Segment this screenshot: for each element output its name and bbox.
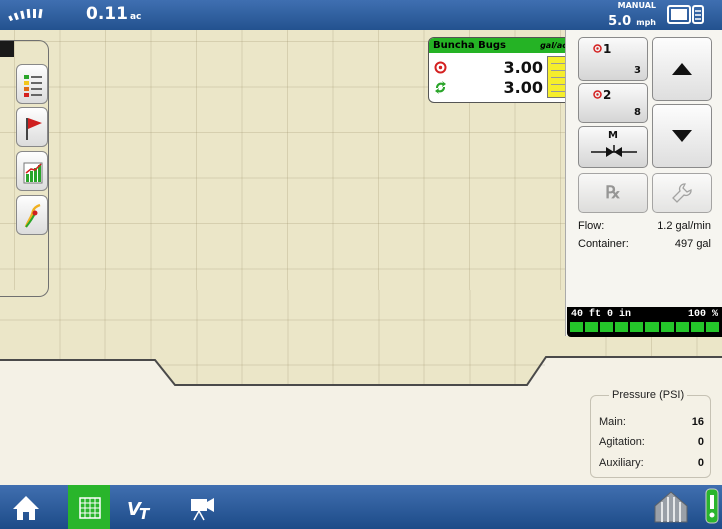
product-card[interactable]: Buncha Bugs gal/ac 3.00 3.00 [428,37,572,103]
pressure-value: 16 [691,416,704,428]
pressure-label: Auxiliary: [599,457,644,469]
boom-sections [570,322,719,332]
pressure-row-main: Main: 16 [599,416,704,428]
product-unit: gal/ac [540,41,567,50]
vt-button[interactable]: V T [118,485,160,529]
pressure-title: Pressure (PSI) [609,389,688,401]
wrench-icon [672,183,692,203]
home-icon [13,496,39,520]
prescription-label: ℞ [605,183,621,203]
boom-section [600,322,614,332]
alarm-indicator-icon[interactable] [704,487,720,525]
bottom-nav: V T [0,485,722,529]
flag-button[interactable] [16,107,48,147]
area-value: 0.11 [86,4,128,24]
arrow-up-icon [672,63,692,75]
boom-section [615,322,629,332]
rate-2-label: 2 [603,88,612,102]
pressure-row-auxiliary: Auxiliary: 0 [599,457,704,469]
pressure-value: 0 [697,436,704,448]
svg-text:T: T [139,505,151,523]
boom-section [675,322,689,332]
boom-coverage: 100 % [687,309,718,320]
layers-icon [24,75,42,97]
flow-label: Flow: [578,220,605,232]
guidance-button[interactable] [16,195,48,235]
actual-rate: 3.00 [503,78,543,97]
boom-section [570,322,584,332]
chart-button[interactable] [16,151,48,191]
boom-section [660,322,674,332]
actual-rate-row: 3.00 [429,78,547,98]
map-tools-tab[interactable] [0,41,14,57]
map-button[interactable] [68,485,110,529]
target-icon [593,44,602,53]
actual-rate-icon [435,81,446,94]
pressure-row-agitation: Agitation: 0 [599,436,704,448]
camera-icon [191,498,214,521]
layers-button[interactable] [16,64,48,104]
speed-value: 5.0 [608,14,632,29]
map-grid-icon [79,497,101,519]
target-rate: 3.00 [503,58,543,77]
area-unit: ac [129,12,142,22]
settings-button[interactable] [652,173,712,213]
product-header: Buncha Bugs gal/ac [429,38,571,53]
display-layout-icon[interactable] [667,4,705,26]
camera-button[interactable] [180,485,222,529]
container-value: 497 gal [674,238,711,250]
container-label: Container: [578,238,629,250]
pressure-panel: Pressure (PSI) Main: 16 Agitation: 0 Aux… [590,389,711,478]
status-bar: 0.11 ac MANUAL 5.0 mph [0,0,722,30]
gps-signal-icon[interactable] [7,5,55,23]
rate-1-count: 3 [634,65,641,76]
rate-increase-button[interactable] [652,37,712,101]
map-tools-panel [0,40,49,297]
manual-valve-button[interactable]: M [578,126,648,168]
speed-mode: MANUAL [617,1,656,10]
area-readout: 0.11 ac [86,4,141,24]
boom-section [705,322,719,332]
boom-section [690,322,704,332]
valve-icon [591,145,637,157]
rate-2-button[interactable]: 2 8 [578,83,648,123]
target-icon [593,90,602,99]
guidance-icon [24,203,41,228]
boom-width: 40 ft 0 in [571,309,632,320]
flag-icon [26,118,42,140]
flow-value: 1.2 gal/min [657,220,711,232]
arrow-down-icon [672,130,692,142]
speed-readout[interactable]: MANUAL 5.0 mph [608,1,656,29]
rate-1-button[interactable]: 1 3 [578,37,648,81]
rate-1-label: 1 [603,42,612,56]
product-name: Buncha Bugs [433,40,506,51]
target-rate-row: 3.00 [429,58,547,78]
vt-icon: V T [127,499,151,523]
field-gate-icon[interactable] [651,488,691,526]
boom-bar[interactable]: 40 ft 0 in 100 % [567,307,722,337]
pressure-label: Agitation: [599,436,645,448]
boom-section [585,322,599,332]
speed-unit: mph [636,18,656,27]
boom-section [645,322,659,332]
chart-icon [23,162,43,184]
pressure-value: 0 [697,457,704,469]
rate-2-count: 8 [634,107,641,118]
pressure-label: Main: [599,416,626,428]
rate-decrease-button[interactable] [652,104,712,168]
mode-label: M [608,130,618,141]
prescription-button[interactable]: ℞ [578,173,648,213]
target-icon [434,61,447,74]
home-button[interactable] [4,485,46,529]
boom-section [630,322,644,332]
